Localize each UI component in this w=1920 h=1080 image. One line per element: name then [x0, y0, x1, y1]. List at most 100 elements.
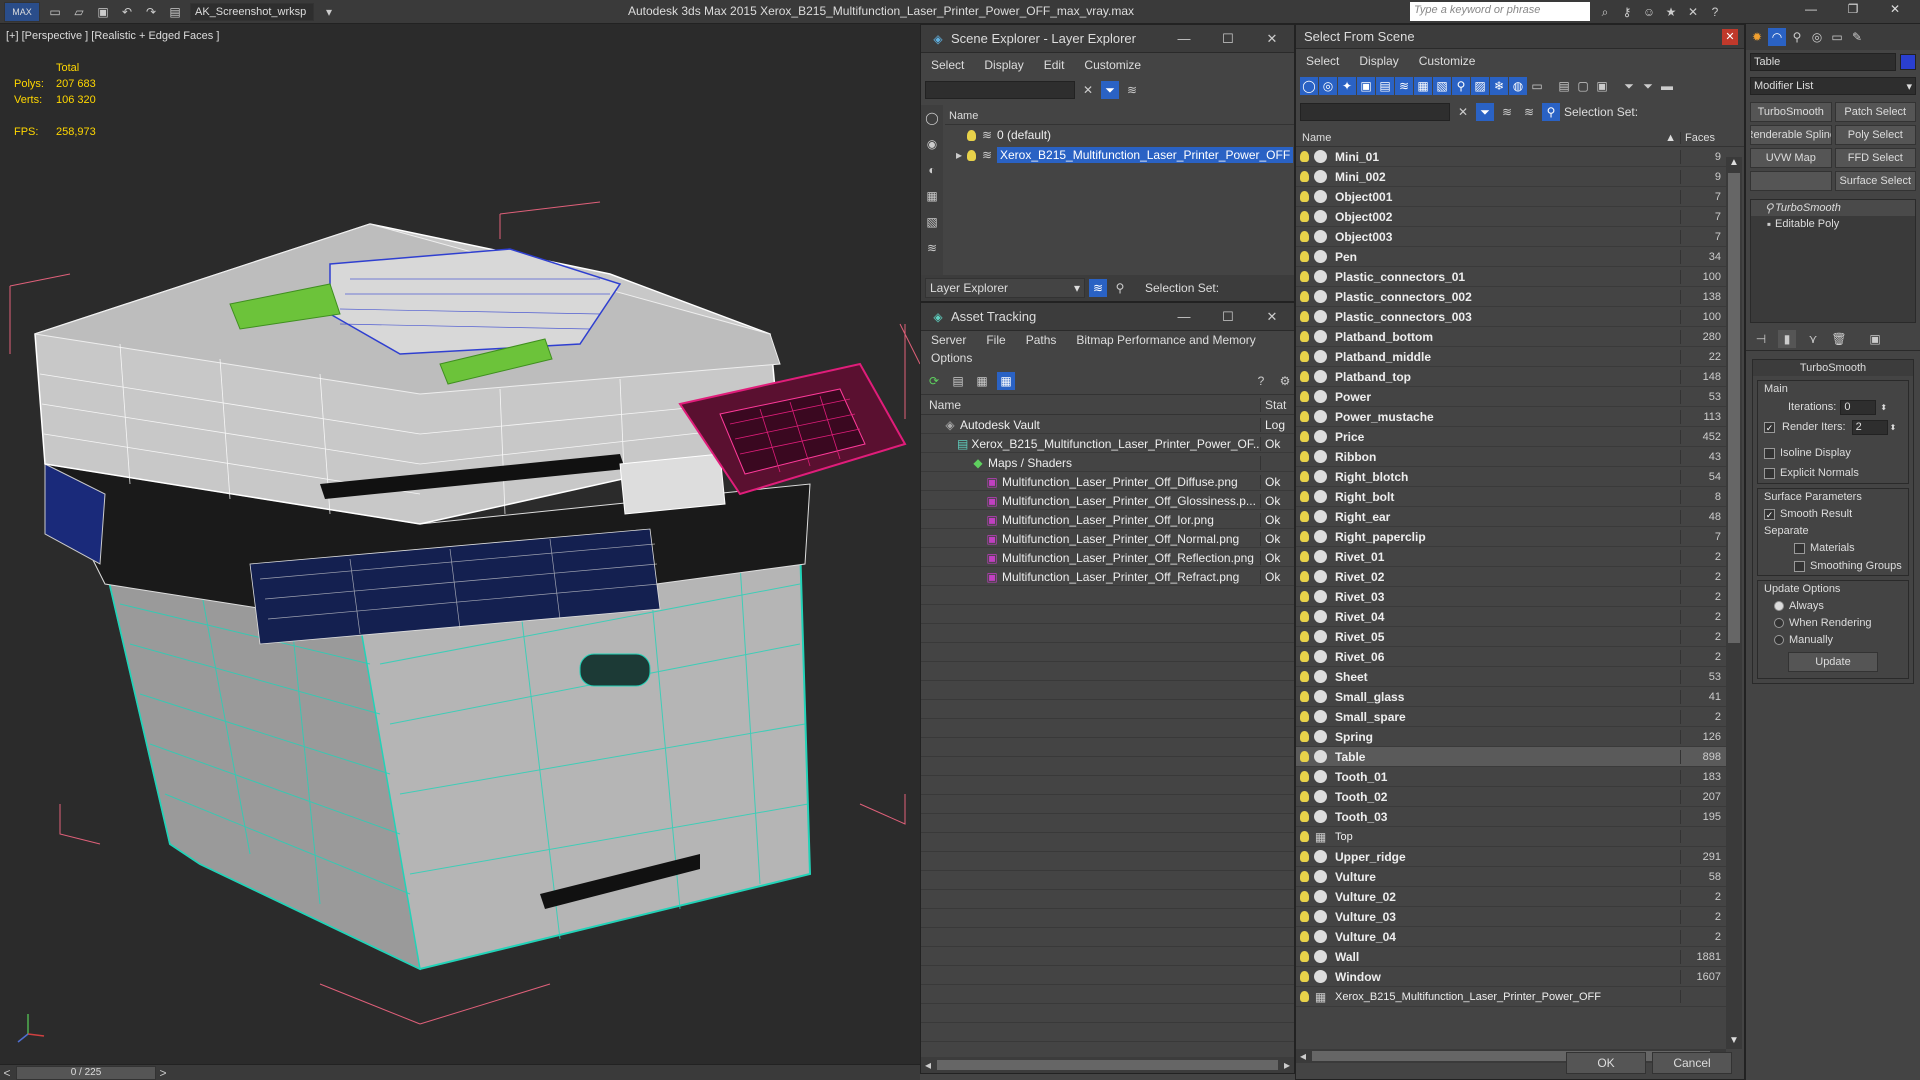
object-row[interactable]: Object003 7: [1296, 227, 1726, 247]
light-bulb-icon[interactable]: [1300, 951, 1309, 962]
close-icon[interactable]: ✕: [1250, 31, 1294, 47]
layers-icon[interactable]: ≋: [1123, 81, 1141, 99]
asset-row[interactable]: ◆ Maps / Shaders: [921, 453, 1294, 472]
light-bulb-icon[interactable]: [1300, 991, 1309, 1002]
object-row[interactable]: Small_glass 41: [1296, 687, 1726, 707]
scrollbar-thumb[interactable]: [937, 1060, 1278, 1070]
renderable-spline-button[interactable]: Renderable Spline: [1750, 125, 1832, 145]
object-row[interactable]: Right_ear 48: [1296, 507, 1726, 527]
when-rendering-radio[interactable]: [1774, 617, 1784, 628]
time-slider-handle[interactable]: 0 / 225: [16, 1065, 156, 1080]
object-row[interactable]: Window 1607: [1296, 967, 1726, 987]
object-row[interactable]: Vulture_02 2: [1296, 887, 1726, 907]
light-bulb-icon[interactable]: [1300, 971, 1309, 982]
iterations-spinner[interactable]: 0: [1840, 399, 1877, 415]
display-hidden-icon[interactable]: ◍: [1509, 77, 1527, 95]
light-bulb-icon[interactable]: [1300, 911, 1309, 922]
filter-icon[interactable]: ⏷: [1476, 103, 1494, 121]
display-xrefs-icon[interactable]: ▧: [1433, 77, 1451, 95]
filter-icon[interactable]: ⏷: [1101, 81, 1119, 99]
light-bulb-icon[interactable]: [1300, 611, 1309, 622]
object-row[interactable]: Tooth_01 183: [1296, 767, 1726, 787]
display-cameras-icon[interactable]: ▣: [1357, 77, 1375, 95]
col-status[interactable]: Stat: [1261, 398, 1286, 412]
maximize-icon[interactable]: ☐: [1206, 309, 1250, 325]
light-bulb-icon[interactable]: [1300, 671, 1309, 682]
object-row[interactable]: Spring 126: [1296, 727, 1726, 747]
light-bulb-icon[interactable]: [1300, 371, 1309, 382]
menu-display[interactable]: Display: [1349, 54, 1408, 68]
smooth-result-checkbox[interactable]: ✓: [1764, 508, 1775, 520]
expand-icon[interactable]: ▪: [1763, 217, 1775, 231]
light-bulb-icon[interactable]: [1300, 451, 1309, 462]
object-row[interactable]: Rivet_02 2: [1296, 567, 1726, 587]
light-bulb-icon[interactable]: [1300, 931, 1309, 942]
surface-select-button[interactable]: Surface Select: [1834, 171, 1916, 191]
menu-select[interactable]: Select: [1296, 54, 1349, 68]
stack-item-turbosmooth[interactable]: ⚲ TurboSmooth: [1751, 200, 1915, 216]
object-row[interactable]: Pen 34: [1296, 247, 1726, 267]
display-all-icon[interactable]: ◉: [923, 135, 941, 153]
light-bulb-icon[interactable]: [1300, 211, 1309, 222]
object-color-swatch[interactable]: [1900, 54, 1916, 70]
asset-row[interactable]: ◈ Autodesk Vault Log: [921, 415, 1294, 434]
workspace-dropdown[interactable]: AK_Screenshot_wrksp: [190, 3, 314, 21]
display-bones-icon[interactable]: ⚲: [1452, 77, 1470, 95]
stack-item-editable-poly[interactable]: ▪ Editable Poly: [1751, 216, 1915, 232]
select-invert-icon[interactable]: ▣: [1593, 77, 1611, 95]
object-row[interactable]: Vulture_04 2: [1296, 927, 1726, 947]
display-invert-icon[interactable]: ◐: [923, 161, 941, 179]
object-row[interactable]: Rivet_03 2: [1296, 587, 1726, 607]
new-file-icon[interactable]: ▭: [46, 3, 64, 21]
light-bulb-icon[interactable]: [1300, 591, 1309, 602]
clear-filter-icon[interactable]: ✕: [1454, 103, 1472, 121]
modifier-list-dropdown[interactable]: Modifier List ▾: [1750, 77, 1916, 95]
light-bulb-icon[interactable]: [1300, 191, 1309, 202]
asset-row[interactable]: ▣ Multifunction_Laser_Printer_Off_Reflect…: [921, 548, 1294, 567]
light-bulb-icon[interactable]: [1300, 571, 1309, 582]
asset-horizontal-scrollbar[interactable]: ◂ ▸: [921, 1057, 1294, 1073]
layer-row-xerox[interactable]: ▸ ≋ Xerox_B215_Multifunction_Laser_Print…: [945, 145, 1294, 165]
light-bulb-icon[interactable]: [1300, 231, 1309, 242]
layer-explorer-icon[interactable]: ≋: [1089, 279, 1107, 297]
app-menu-button[interactable]: MAX: [4, 2, 40, 22]
display-none-icon[interactable]: ◯: [923, 109, 941, 127]
scroll-right-icon[interactable]: ▸: [1280, 1058, 1294, 1072]
object-row[interactable]: Rivet_05 2: [1296, 627, 1726, 647]
scroll-up-icon[interactable]: ▲: [1726, 157, 1742, 171]
create-tab-icon[interactable]: ✹: [1748, 28, 1766, 46]
menu-options[interactable]: Options: [921, 351, 982, 365]
asset-row[interactable]: ▣ Multifunction_Laser_Printer_Off_Ior.png…: [921, 510, 1294, 529]
help-icon[interactable]: ?: [1706, 3, 1724, 21]
list-view-icon[interactable]: ▤: [949, 372, 967, 390]
display-all-icon[interactable]: ▭: [1528, 77, 1546, 95]
object-row[interactable]: Rivet_06 2: [1296, 647, 1726, 667]
menu-customize[interactable]: Customize: [1074, 58, 1151, 72]
object-row[interactable]: Vulture_03 2: [1296, 907, 1726, 927]
col-name[interactable]: Name ▲: [1296, 131, 1681, 144]
hold-icon[interactable]: ▤: [166, 3, 184, 21]
light-bulb-icon[interactable]: [1300, 711, 1309, 722]
object-row[interactable]: Right_blotch 54: [1296, 467, 1726, 487]
object-row[interactable]: Object002 7: [1296, 207, 1726, 227]
display-containers-icon[interactable]: ▨: [1471, 77, 1489, 95]
col-name[interactable]: Name: [921, 397, 1261, 412]
display-geometry-icon[interactable]: ◯: [1300, 77, 1318, 95]
display-helpers-icon[interactable]: ▤: [1376, 77, 1394, 95]
rollout-title[interactable]: TurboSmooth: [1753, 360, 1913, 376]
close-icon[interactable]: ✕: [1250, 309, 1294, 325]
patch-select-button[interactable]: Patch Select: [1834, 102, 1916, 122]
asset-row[interactable]: ▣ Multifunction_Laser_Printer_Off_Refract…: [921, 567, 1294, 586]
object-row[interactable]: Price 452: [1296, 427, 1726, 447]
select-from-scene-titlebar[interactable]: Select From Scene ✕: [1296, 25, 1744, 49]
make-unique-icon[interactable]: ⋎: [1804, 330, 1822, 348]
ffd-select-button[interactable]: FFD Select: [1834, 148, 1916, 168]
display-lights-icon[interactable]: ✦: [1338, 77, 1356, 95]
display-groups-icon[interactable]: ▦: [1414, 77, 1432, 95]
scroll-left-icon[interactable]: ◂: [921, 1058, 935, 1072]
light-bulb-icon[interactable]: [1300, 831, 1309, 842]
object-row[interactable]: Plastic_connectors_003 100: [1296, 307, 1726, 327]
light-bulb-icon[interactable]: [1300, 551, 1309, 562]
light-bulb-icon[interactable]: [1300, 791, 1309, 802]
object-row[interactable]: Vulture 58: [1296, 867, 1726, 887]
